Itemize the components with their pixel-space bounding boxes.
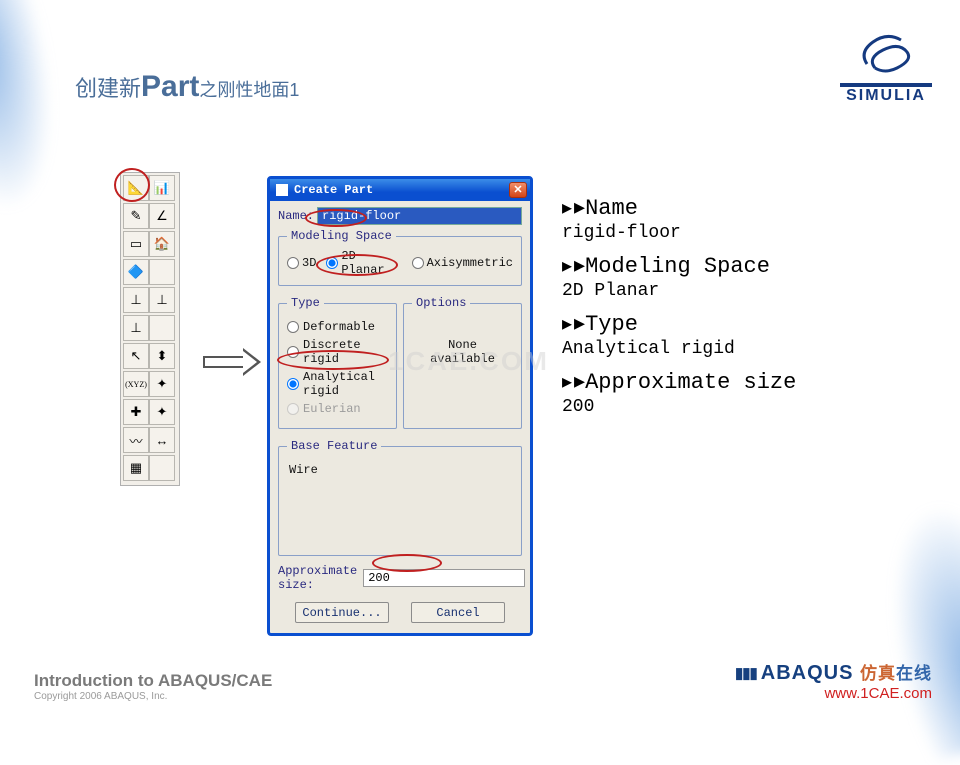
summary-val-type: Analytical rigid: [562, 339, 892, 359]
dialog-titlebar[interactable]: Create Part ✕: [270, 179, 530, 201]
tool-icon[interactable]: ∠: [149, 203, 175, 229]
radio-2d-planar[interactable]: 2D Planar: [326, 249, 401, 277]
summary-head-name: ▸Name: [562, 195, 892, 221]
tool-icon[interactable]: ↖: [123, 343, 149, 369]
footer-url: www.1CAE.com: [735, 685, 932, 702]
tool-icon[interactable]: [149, 455, 175, 481]
decor-swoosh-top-left: [0, 0, 85, 228]
close-icon[interactable]: ✕: [509, 182, 527, 198]
tool-icon[interactable]: 📊: [149, 175, 175, 201]
tool-icon[interactable]: 🏠: [149, 231, 175, 257]
tool-icon[interactable]: ✚: [123, 399, 149, 425]
ds-logo-glyph: [840, 28, 932, 81]
continue-button[interactable]: Continue...: [295, 602, 389, 623]
decor-swoosh-bottom-right: [853, 485, 960, 765]
tool-icon[interactable]: ⊥: [123, 287, 149, 313]
options-group: Options None available: [403, 296, 522, 429]
radio-3d[interactable]: 3D: [287, 256, 316, 270]
name-label: Name:: [278, 209, 314, 223]
tool-palette: 📐📊 ✎∠ ▭🏠 🔷 ⊥⊥ ⊥ ↖⬍ (XYZ)✦ ✚✦ 〰↔ ▦: [120, 172, 180, 486]
footer-cn2: 在线: [896, 664, 932, 683]
tool-icon[interactable]: ✦: [149, 399, 175, 425]
arrow-icon: [203, 350, 263, 374]
tool-icon-xyz[interactable]: (XYZ): [123, 371, 149, 397]
tool-icon[interactable]: 🔷: [123, 259, 149, 285]
summary-val-modeling: 2D Planar: [562, 281, 892, 301]
summary-val-approx: 200: [562, 397, 892, 417]
tool-icon[interactable]: 〰: [123, 427, 149, 453]
radio-deformable[interactable]: Deformable: [287, 320, 388, 334]
tool-icon[interactable]: ↔: [149, 427, 175, 453]
base-feature-group: Base Feature Wire: [278, 439, 522, 556]
summary-panel: ▸Name rigid-floor ▸Modeling Space 2D Pla…: [562, 193, 892, 427]
radio-eulerian: Eulerian: [287, 402, 388, 416]
summary-head-type: ▸Type: [562, 311, 892, 337]
dialog-title: Create Part: [294, 183, 373, 197]
tool-icon[interactable]: ▭: [123, 231, 149, 257]
slide-title-suffix: 之刚性地面1: [199, 80, 299, 100]
modeling-space-legend: Modeling Space: [287, 229, 396, 243]
options-body: None available: [412, 316, 513, 388]
dialog-title-icon: [276, 184, 288, 196]
radio-discrete-rigid[interactable]: Discrete rigid: [287, 338, 388, 366]
slide-title-accent: Part: [141, 70, 199, 103]
create-part-dialog: Create Part ✕ Name: Modeling Space 3D 2D…: [267, 176, 533, 636]
brand-icon: ▮▮▮: [735, 665, 757, 682]
summary-val-name: rigid-floor: [562, 223, 892, 243]
tool-icon[interactable]: ⊥: [149, 287, 175, 313]
summary-head-modeling: ▸Modeling Space: [562, 253, 892, 279]
type-group: Type Deformable Discrete rigid Analytica…: [278, 296, 397, 429]
footer-copyright: Copyright 2006 ABAQUS, Inc.: [34, 691, 272, 702]
slide-title-prefix: 创建新: [75, 76, 141, 101]
simulia-logo: SIMULIA: [840, 28, 932, 105]
radio-analytical-rigid[interactable]: Analytical rigid: [287, 370, 388, 398]
simulia-text: SIMULIA: [840, 87, 932, 105]
footer: Introduction to ABAQUS/CAE Copyright 200…: [34, 659, 932, 702]
options-legend: Options: [412, 296, 470, 310]
footer-brand: ▮▮▮ABAQUS 仿真在线: [735, 659, 932, 685]
modeling-space-group: Modeling Space 3D 2D Planar Axisymmetric: [278, 229, 522, 286]
tool-icon[interactable]: ⬍: [149, 343, 175, 369]
tool-icon[interactable]: ✎: [123, 203, 149, 229]
name-input[interactable]: [317, 207, 522, 225]
summary-head-approx: ▸Approximate size: [562, 369, 892, 395]
tool-icon[interactable]: 📐: [123, 175, 149, 201]
tool-icon[interactable]: ⊥: [123, 315, 149, 341]
slide-title: 创建新Part之刚性地面1: [75, 70, 299, 104]
type-legend: Type: [287, 296, 324, 310]
approx-size-label: Approximate size:: [278, 564, 357, 592]
footer-cn1: 仿真: [860, 664, 896, 683]
approx-size-input[interactable]: [363, 569, 525, 587]
footer-title: Introduction to ABAQUS/CAE: [34, 671, 272, 691]
tool-icon[interactable]: ✦: [149, 371, 175, 397]
cancel-button[interactable]: Cancel: [411, 602, 505, 623]
radio-axisymmetric[interactable]: Axisymmetric: [412, 256, 513, 270]
tool-icon[interactable]: ▦: [123, 455, 149, 481]
tool-icon[interactable]: [149, 259, 175, 285]
base-feature-legend: Base Feature: [287, 439, 381, 453]
base-feature-body: Wire: [287, 459, 513, 547]
tool-icon[interactable]: [149, 315, 175, 341]
